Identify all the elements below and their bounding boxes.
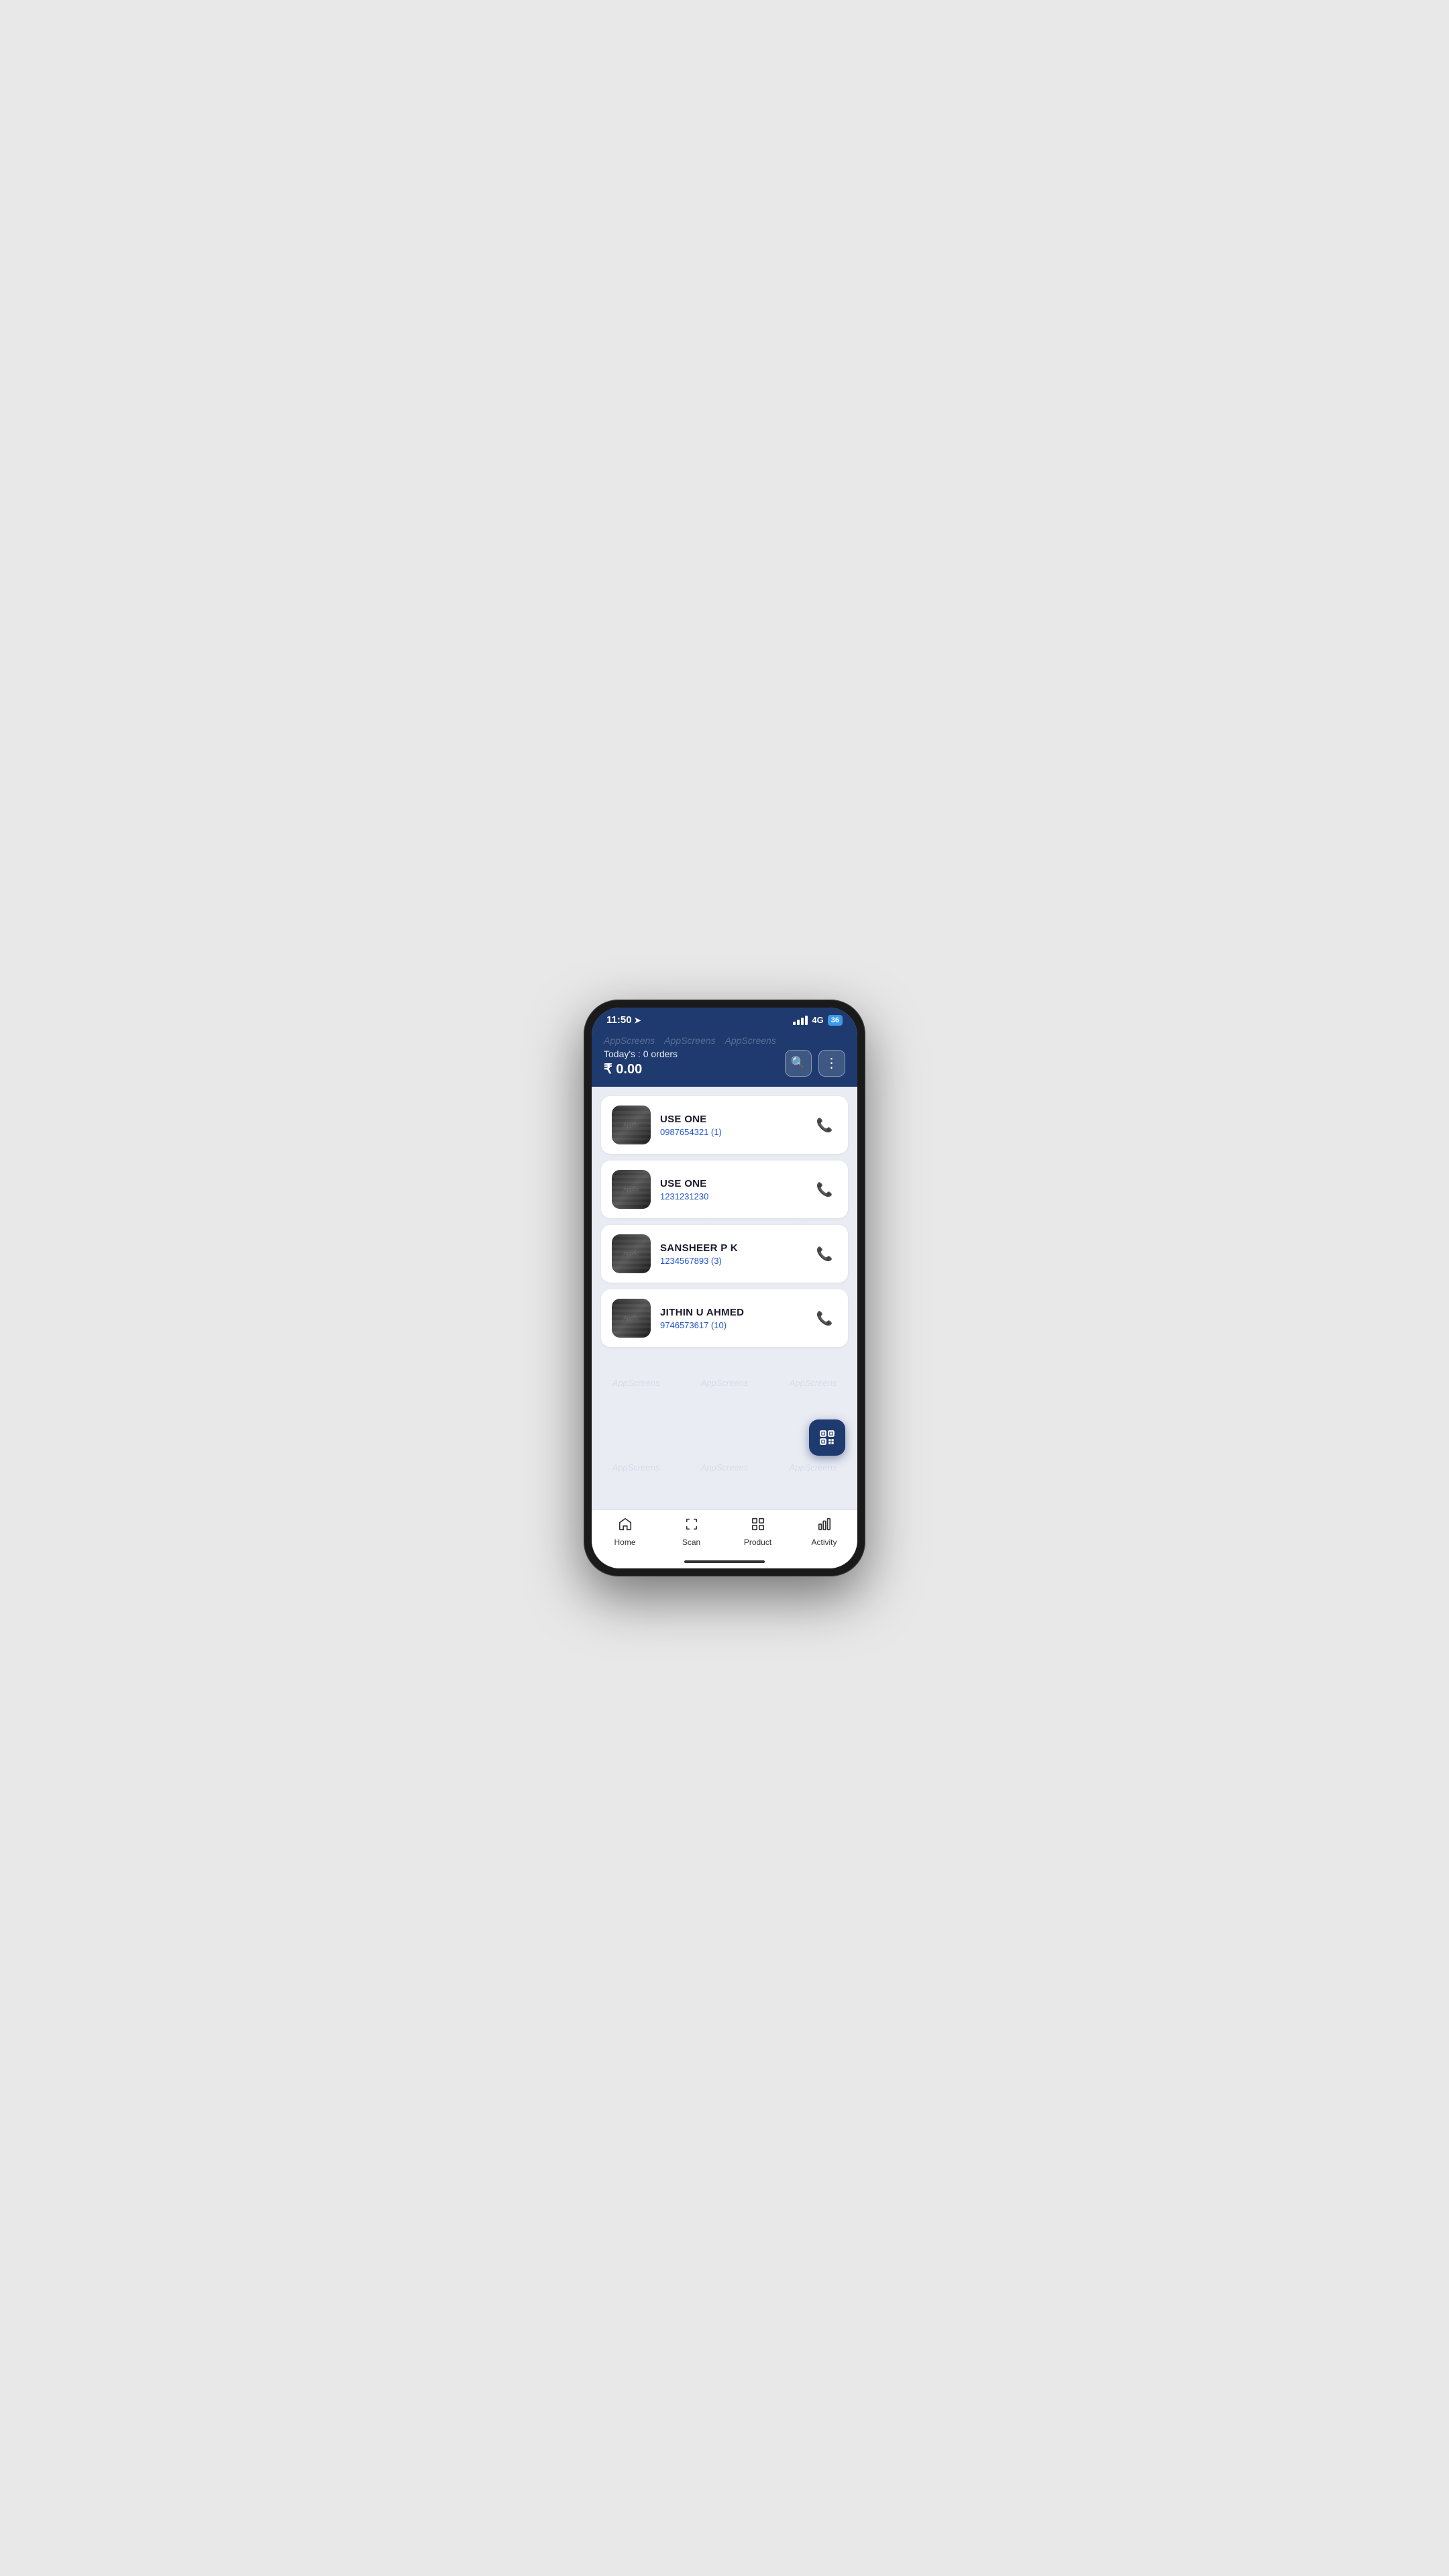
qr-scan-icon (818, 1429, 836, 1446)
nav-home-label: Home (614, 1538, 635, 1547)
nav-product-label: Product (744, 1538, 771, 1547)
customer-info: USE ONE 1231231230 (660, 1178, 802, 1201)
nav-item-scan[interactable]: Scan (668, 1517, 715, 1547)
avatar: AppSc (612, 1170, 651, 1209)
more-icon: ⋮ (825, 1055, 839, 1071)
customer-name: SANSHEER P K (660, 1242, 802, 1254)
phone-screen: 11:50 ➤ 4G 36 AppScreens AppScreens AppS… (592, 1008, 857, 1568)
watermark-row: AppScreens AppScreens AppScreens (604, 1035, 845, 1046)
customer-card[interactable]: AppSc USE ONE 1231231230 📞 (601, 1161, 848, 1218)
bottom-nav: Home Scan (592, 1509, 857, 1560)
avatar: AppSc (612, 1234, 651, 1273)
customer-name: USE ONE (660, 1114, 802, 1125)
header-actions: 🔍 ⋮ (785, 1050, 845, 1077)
scan-fab-button[interactable] (809, 1419, 845, 1456)
customer-info: JITHIN U AHMED 9746573617 (10) (660, 1307, 802, 1330)
customer-phone: 0987654321 (1) (660, 1127, 802, 1137)
today-orders-label: Today's : 0 orders (604, 1049, 678, 1059)
battery-indicator: 36 (828, 1015, 843, 1026)
nav-scan-label: Scan (682, 1538, 700, 1547)
app-header: AppScreens AppScreens AppScreens Today's… (592, 1030, 857, 1087)
customer-info: SANSHEER P K 1234567893 (3) (660, 1242, 802, 1266)
call-button[interactable]: 📞 (812, 1241, 837, 1267)
customer-card[interactable]: AppSc JITHIN U AHMED 9746573617 (10) 📞 (601, 1289, 848, 1347)
call-button[interactable]: 📞 (812, 1305, 837, 1331)
scan-icon (684, 1517, 699, 1536)
avatar: AppSc (612, 1299, 651, 1338)
search-icon: 🔍 (791, 1056, 806, 1070)
customer-list: AppSc USE ONE 0987654321 (1) 📞 AppSc (601, 1096, 848, 1347)
customer-name: JITHIN U AHMED (660, 1307, 802, 1318)
amount-label: ₹ 0.00 (604, 1061, 678, 1077)
customer-card[interactable]: AppSc USE ONE 0987654321 (1) 📞 (601, 1096, 848, 1154)
customer-card[interactable]: AppSc SANSHEER P K 1234567893 (3) 📞 (601, 1225, 848, 1283)
call-button[interactable]: 📞 (812, 1177, 837, 1202)
customer-phone: 1231231230 (660, 1191, 802, 1201)
content-area: AppScreensAppScreensAppScreens AppScreen… (592, 1087, 857, 1509)
search-button[interactable]: 🔍 (785, 1050, 812, 1077)
status-right: 4G 36 (793, 1015, 843, 1026)
home-bar (684, 1560, 765, 1563)
phone-device: 11:50 ➤ 4G 36 AppScreens AppScreens AppS… (584, 1000, 865, 1576)
nav-item-home[interactable]: Home (602, 1517, 649, 1547)
avatar: AppSc (612, 1106, 651, 1144)
nav-item-product[interactable]: Product (735, 1517, 782, 1547)
header-bottom: Today's : 0 orders ₹ 0.00 🔍 ⋮ (604, 1049, 845, 1077)
phone-icon: 📞 (816, 1117, 833, 1134)
location-icon: ➤ (635, 1016, 641, 1025)
signal-icon (793, 1016, 808, 1025)
customer-name: USE ONE (660, 1178, 802, 1189)
header-info: Today's : 0 orders ₹ 0.00 (604, 1049, 678, 1077)
phone-icon: 📞 (816, 1310, 833, 1327)
home-indicator (592, 1560, 857, 1568)
call-button[interactable]: 📞 (812, 1112, 837, 1138)
status-time: 11:50 ➤ (606, 1014, 641, 1026)
network-label: 4G (812, 1015, 823, 1025)
activity-icon (817, 1517, 832, 1536)
phone-icon: 📞 (816, 1246, 833, 1263)
phone-icon: 📞 (816, 1181, 833, 1198)
home-icon (618, 1517, 633, 1536)
nav-activity-label: Activity (811, 1538, 837, 1547)
more-button[interactable]: ⋮ (818, 1050, 845, 1077)
customer-phone: 9746573617 (10) (660, 1320, 802, 1330)
customer-phone: 1234567893 (3) (660, 1256, 802, 1266)
status-bar: 11:50 ➤ 4G 36 (592, 1008, 857, 1030)
product-icon (751, 1517, 765, 1536)
nav-item-activity[interactable]: Activity (801, 1517, 848, 1547)
customer-info: USE ONE 0987654321 (1) (660, 1114, 802, 1137)
fab-container (809, 1419, 845, 1456)
